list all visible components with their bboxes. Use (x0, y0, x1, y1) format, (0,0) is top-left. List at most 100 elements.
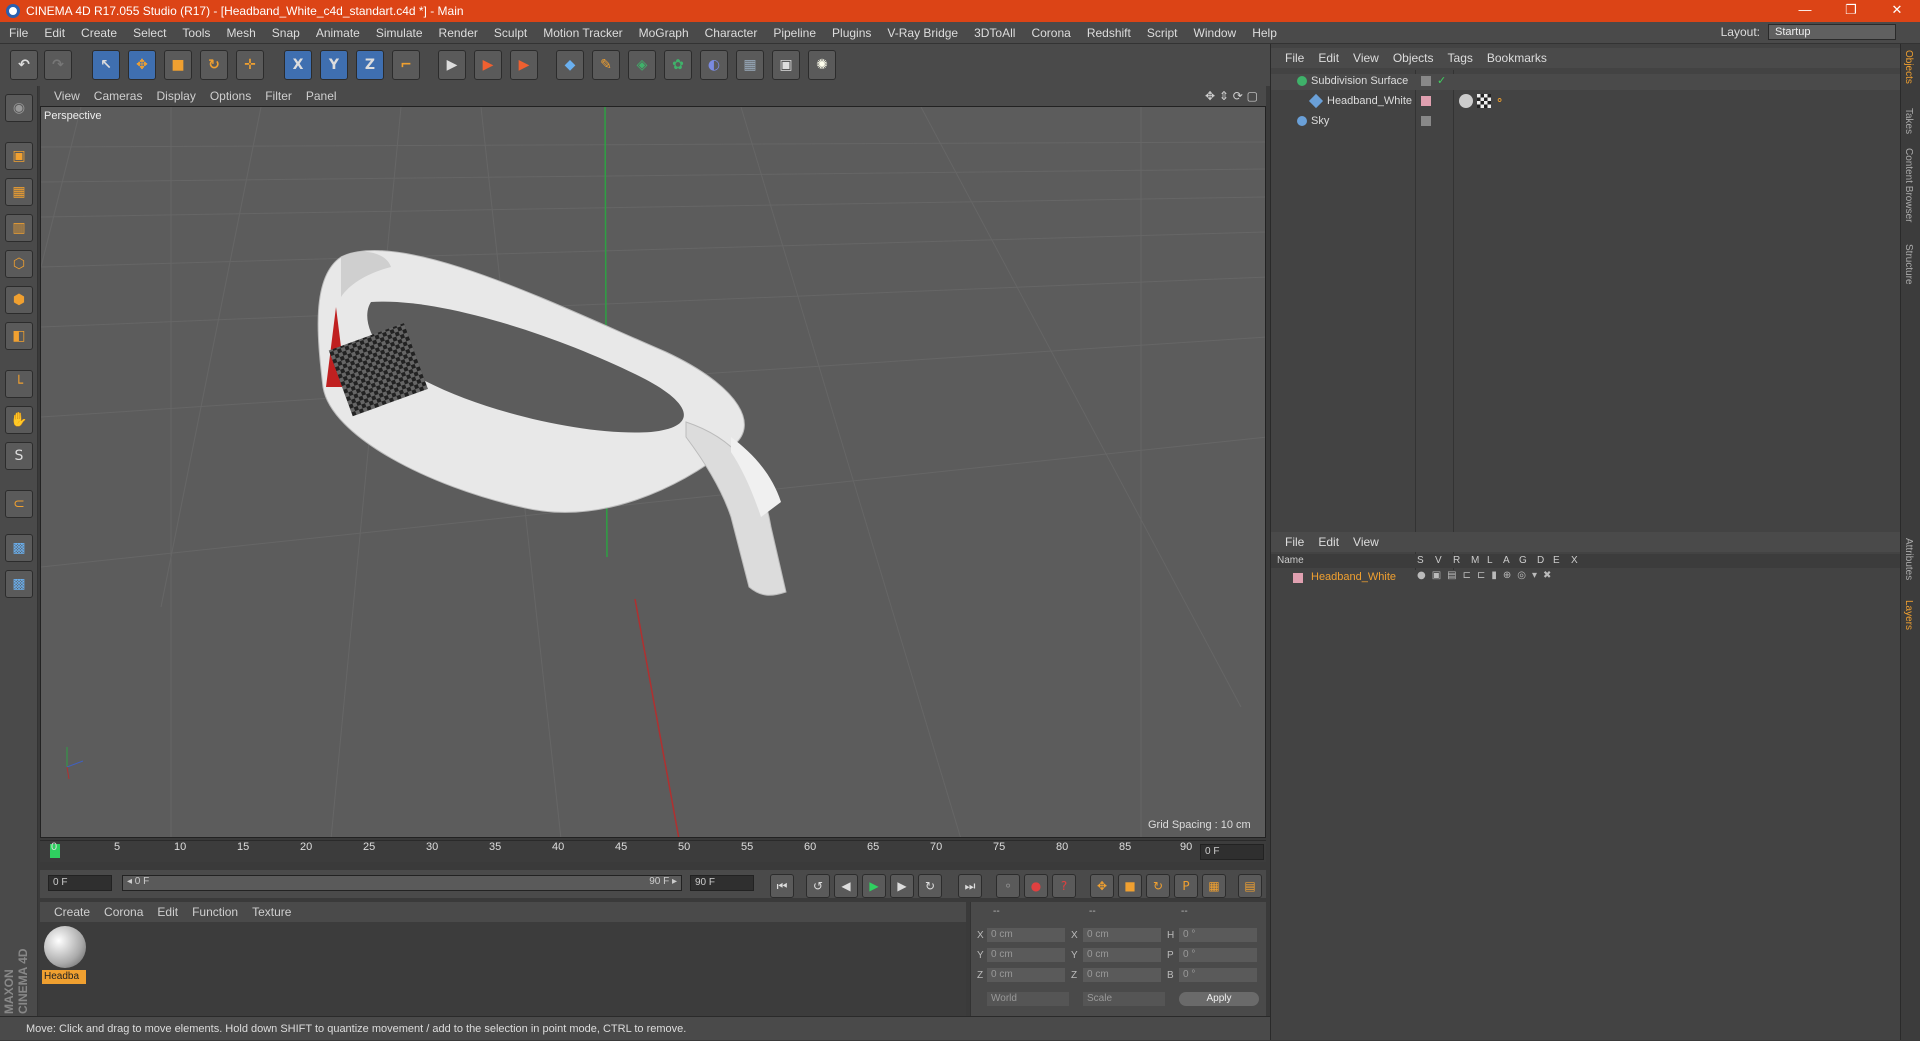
play-backwards-button[interactable]: ◀ (834, 874, 858, 898)
end-frame-field[interactable]: 90 F (690, 875, 754, 891)
axis-mode-icon[interactable]: └ (5, 370, 33, 398)
layer-col-xref[interactable]: X (1571, 555, 1578, 566)
autokey-button[interactable]: ● (1024, 874, 1048, 898)
live-selection-button[interactable]: ✛ (236, 50, 264, 80)
texture-mode-icon[interactable]: ▦ (5, 178, 33, 206)
tab-objects[interactable]: Objects (1903, 50, 1914, 84)
material-preview-sphere[interactable] (44, 926, 86, 968)
polygons-mode-icon[interactable]: ◧ (5, 322, 33, 350)
render-view-button[interactable]: ▶ (438, 50, 466, 80)
render-settings-button[interactable]: ▶ (510, 50, 538, 80)
menu-tools[interactable]: Tools (182, 26, 210, 40)
layer-col-animation[interactable]: A (1503, 555, 1510, 566)
previous-key-button[interactable]: ↺ (806, 874, 830, 898)
sculpt-mode-icon[interactable]: ◉ (5, 94, 33, 122)
object-menu-objects[interactable]: Objects (1393, 51, 1434, 65)
layer-toggle-icons[interactable]: ●▣▤⊏⊏▮⊕◎▾✖ (1417, 570, 1557, 581)
play-button[interactable]: ▶ (862, 874, 886, 898)
tab-takes[interactable]: Takes (1903, 108, 1914, 134)
menu-create[interactable]: Create (81, 26, 117, 40)
menu-character[interactable]: Character (705, 26, 758, 40)
material-menu-texture[interactable]: Texture (252, 905, 291, 919)
size-x-field[interactable]: 0 cm (1083, 928, 1161, 942)
perspective-viewport[interactable] (40, 106, 1266, 838)
next-key-button[interactable]: ↻ (918, 874, 942, 898)
key-rotation-button[interactable]: ↻ (1146, 874, 1170, 898)
restore-button[interactable]: ❐ (1828, 0, 1874, 22)
edges-mode-icon[interactable]: ⬢ (5, 286, 33, 314)
scale-tool-button[interactable]: ■ (164, 50, 192, 80)
close-button[interactable]: ✕ (1874, 0, 1920, 22)
object-menu-edit[interactable]: Edit (1318, 51, 1339, 65)
workplane-lock-icon[interactable]: ▩ (5, 534, 33, 562)
rotate-tool-button[interactable]: ↻ (200, 50, 228, 80)
tab-structure[interactable]: Structure (1903, 244, 1914, 285)
cube-object-button[interactable]: ◆ (556, 50, 584, 80)
viewport-menu-filter[interactable]: Filter (265, 89, 292, 103)
layer-col-manager[interactable]: M (1471, 555, 1479, 566)
timeline-window-button[interactable]: ▤ (1238, 874, 1262, 898)
undo-button[interactable]: ↶ (10, 50, 38, 80)
coordinate-system-button[interactable]: ⌐ (392, 50, 420, 80)
go-to-end-button[interactable]: ⏭ (958, 874, 982, 898)
object-row-headband-white[interactable]: Headband_White ⚬ (1271, 93, 1901, 110)
object-menu-tags[interactable]: Tags (1448, 51, 1473, 65)
menu-file[interactable]: File (9, 26, 28, 40)
workplane-mode-icon[interactable]: ▥ (5, 214, 33, 242)
menu-mograph[interactable]: MoGraph (639, 26, 689, 40)
layout-dropdown[interactable]: Startup (1768, 24, 1896, 40)
model-mode-icon[interactable]: ▣ (5, 142, 33, 170)
object-row-subdivision-surface[interactable]: Subdivision Surface ✓ (1271, 74, 1901, 90)
menu-snap[interactable]: Snap (272, 26, 300, 40)
rotation-p-field[interactable]: 0 ° (1179, 948, 1257, 962)
viewport-menu-view[interactable]: View (54, 89, 80, 103)
menu-animate[interactable]: Animate (316, 26, 360, 40)
menu-mesh[interactable]: Mesh (226, 26, 255, 40)
position-x-field[interactable]: 0 cm (987, 928, 1065, 942)
x-axis-lock-button[interactable]: X (284, 50, 312, 80)
menu-3dtoall[interactable]: 3DToAll (974, 26, 1015, 40)
tab-content-browser[interactable]: Content Browser (1903, 148, 1914, 222)
object-name[interactable]: Sky (1311, 115, 1329, 127)
go-to-start-button[interactable]: ⏮ (770, 874, 794, 898)
next-frame-button[interactable]: ▶ (890, 874, 914, 898)
camera-button[interactable]: ▣ (772, 50, 800, 80)
menu-redshift[interactable]: Redshift (1087, 26, 1131, 40)
menu-render[interactable]: Render (439, 26, 478, 40)
layer-menu-view[interactable]: View (1353, 535, 1379, 549)
layer-col-deformers[interactable]: D (1537, 555, 1544, 566)
menu-sculpt[interactable]: Sculpt (494, 26, 527, 40)
timeline-ruler[interactable]: 0 5 10 15 20 25 30 35 40 45 50 55 60 65 … (40, 840, 1266, 862)
layer-row-headband-white[interactable]: Headband_White ●▣▤⊏⊏▮⊕◎▾✖ (1271, 570, 1901, 586)
key-selection-button[interactable]: ? (1052, 874, 1076, 898)
layer-col-generators[interactable]: G (1519, 555, 1527, 566)
key-parameter-button[interactable]: P (1174, 874, 1198, 898)
menu-window[interactable]: Window (1194, 26, 1237, 40)
current-frame-field[interactable]: 0 F (1200, 844, 1264, 860)
z-axis-lock-button[interactable]: Z (356, 50, 384, 80)
rotation-h-field[interactable]: 0 ° (1179, 928, 1257, 942)
object-name[interactable]: Headband_White (1327, 95, 1412, 107)
key-pla-button[interactable]: ▦ (1202, 874, 1226, 898)
object-menu-view[interactable]: View (1353, 51, 1379, 65)
key-scale-button[interactable]: ■ (1118, 874, 1142, 898)
redo-button[interactable]: ↷ (44, 50, 72, 80)
cloner-button[interactable]: ✿ (664, 50, 692, 80)
coordinate-mode-dropdown[interactable]: Scale (1083, 992, 1165, 1006)
magnet-icon[interactable]: ⊂ (5, 490, 33, 518)
layer-col-solo[interactable]: S (1417, 555, 1424, 566)
material-menu-corona[interactable]: Corona (104, 905, 143, 919)
subdivision-surface-button[interactable]: ◈ (628, 50, 656, 80)
grid-snap-icon[interactable]: ▩ (5, 570, 33, 598)
material-menu-edit[interactable]: Edit (157, 905, 178, 919)
position-y-field[interactable]: 0 cm (987, 948, 1065, 962)
tab-layers[interactable]: Layers (1903, 600, 1914, 630)
move-tool-button[interactable]: ✥ (128, 50, 156, 80)
coordinate-space-dropdown[interactable]: World (987, 992, 1069, 1006)
layer-menu-file[interactable]: File (1285, 535, 1304, 549)
key-position-button[interactable]: ✥ (1090, 874, 1114, 898)
phong-tag-icon[interactable]: ⚬ (1495, 94, 1504, 107)
start-frame-field[interactable]: 0 F (48, 875, 112, 891)
layer-col-name[interactable]: Name (1277, 555, 1304, 566)
light-button[interactable]: ✺ (808, 50, 836, 80)
